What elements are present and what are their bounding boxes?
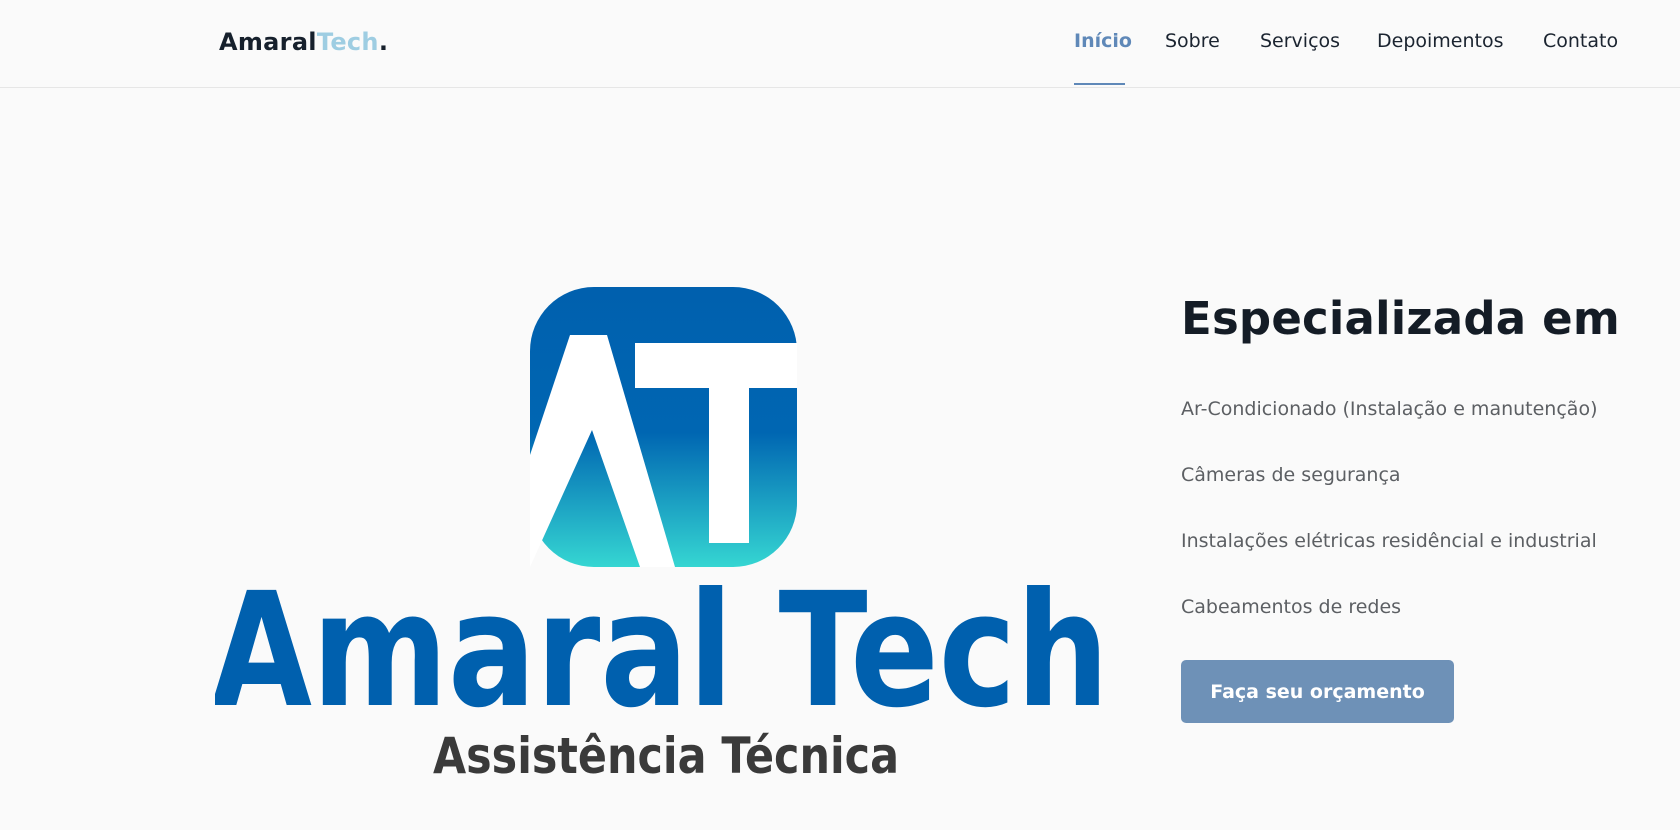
logo-wordmark: Amaral Tech xyxy=(215,559,1109,743)
active-nav-indicator xyxy=(1074,83,1125,85)
nav-item-depoimentos[interactable]: Depoimentos xyxy=(1377,30,1504,52)
service-item: Instalações elétricas residêncial e indu… xyxy=(1181,530,1597,552)
hero-heading: Especializada em xyxy=(1181,292,1620,345)
amaral-tech-logo-icon xyxy=(530,287,797,567)
nav-item-servicos[interactable]: Serviços xyxy=(1260,30,1340,52)
service-item: Ar-Condicionado (Instalação e manutenção… xyxy=(1181,398,1598,420)
nav-item-inicio[interactable]: Início xyxy=(1074,30,1132,52)
brand-logo[interactable]: AmaralTech. xyxy=(219,28,388,56)
amaral-tech-logo: Amaral Tech Assistência Técnica xyxy=(215,287,1109,785)
brand-name-part1: Amaral xyxy=(219,28,317,56)
logo-tagline: Assistência Técnica xyxy=(433,727,899,785)
request-quote-button[interactable]: Faça seu orçamento xyxy=(1181,660,1454,723)
nav-item-contato[interactable]: Contato xyxy=(1543,30,1618,52)
service-item: Câmeras de segurança xyxy=(1181,464,1401,486)
top-navbar: AmaralTech. Início Sobre Serviços Depoim… xyxy=(0,0,1680,88)
brand-name-part2: Tech xyxy=(316,28,379,56)
nav-item-sobre[interactable]: Sobre xyxy=(1165,30,1220,52)
brand-name-dot: . xyxy=(378,28,389,56)
service-item: Cabeamentos de redes xyxy=(1181,596,1402,618)
